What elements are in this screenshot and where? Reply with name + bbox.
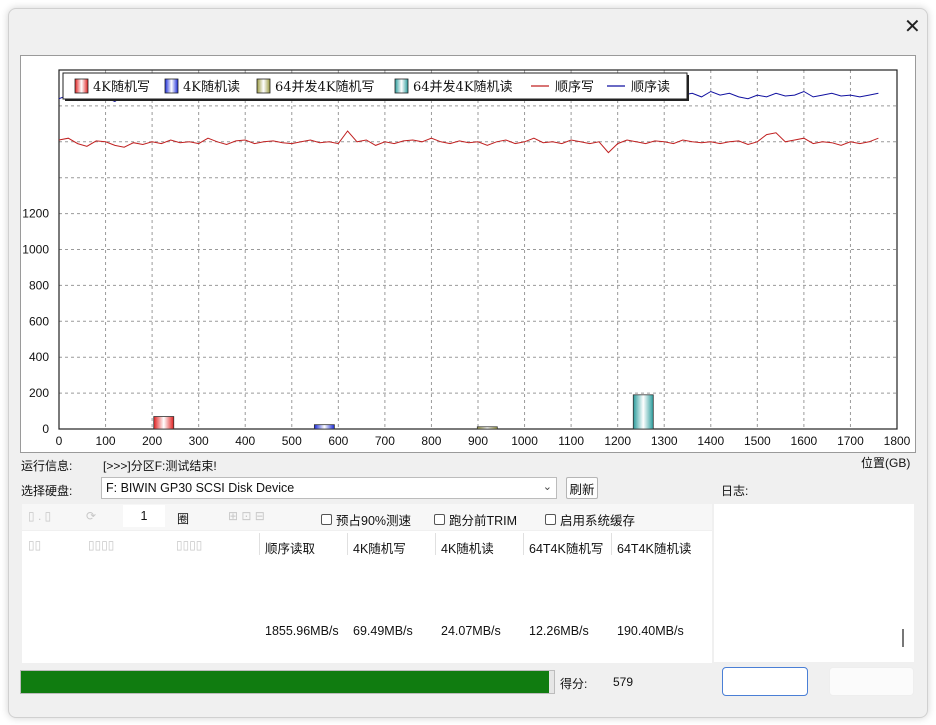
chevron-down-icon[interactable]: ⌄	[543, 480, 552, 493]
checkbox-icon	[321, 514, 332, 525]
x-axis-label: 位置(GB)	[861, 456, 911, 470]
legend-label-0: 4K随机写	[93, 80, 150, 95]
log-textbox[interactable]	[714, 504, 914, 662]
y-tick-label: 0	[42, 422, 49, 436]
x-tick-label: 1700	[837, 434, 864, 448]
faded-option-icon: ⟳	[86, 509, 97, 523]
faded-column: ▯▯	[28, 538, 42, 552]
legend-label-2: 64并发4K随机写	[275, 79, 375, 95]
legend-label-5: 顺序读	[631, 80, 670, 95]
disk-select-value: F: BIWIN GP30 SCSI Disk Device	[106, 481, 295, 495]
legend-swatch-3	[394, 78, 409, 94]
result-column-seq-read: 顺序读取 1855.96MB/s	[259, 531, 347, 663]
progress-fill	[21, 671, 549, 693]
loop-count-input[interactable]: 1	[123, 505, 165, 527]
result-value: 24.07MB/s	[441, 624, 501, 638]
y-tick-label: 1200	[22, 207, 49, 221]
y-tick-label: 600	[29, 314, 49, 328]
y-tick-label: 400	[29, 350, 49, 364]
legend-swatch-2	[256, 78, 271, 94]
y-tick-label: 1000	[22, 243, 49, 257]
x-tick-label: 1200	[604, 434, 631, 448]
x-tick-label: 1600	[791, 434, 818, 448]
legend-swatch-1	[164, 78, 179, 94]
refresh-button[interactable]: 刷新	[566, 477, 598, 499]
faded-option-right: ⊞ ⊡ ⊟	[228, 509, 265, 523]
y-tick-label: 800	[29, 278, 49, 292]
close-button[interactable]: ✕	[898, 12, 926, 38]
result-header: 64T4K随机写	[529, 542, 604, 556]
x-tick-label: 1300	[651, 434, 678, 448]
disk-select[interactable]: F: BIWIN GP30 SCSI Disk Device ⌄	[101, 477, 557, 499]
result-value: 190.40MB/s	[617, 624, 684, 638]
faded-column: ▯▯▯▯	[176, 538, 203, 552]
disk-select-label: 选择硬盘:	[21, 484, 73, 498]
result-column-64t-write: 64T4K随机写 12.26MB/s	[523, 531, 611, 663]
faded-column: ▯▯▯▯	[88, 538, 115, 552]
log-label: 日志:	[721, 484, 749, 498]
x-tick-label: 1100	[558, 434, 584, 448]
x-tick-label: 400	[235, 434, 255, 448]
preallocate-checkbox-label: 预占90%测速	[336, 514, 412, 528]
plot-area	[58, 69, 898, 430]
log-scrollbar[interactable]	[902, 629, 904, 647]
x-tick-label: 800	[421, 434, 441, 448]
status-label: 运行信息:	[21, 459, 73, 473]
loop-unit-label: 圈	[177, 512, 190, 526]
legend-label-1: 4K随机读	[183, 80, 240, 95]
result-column-4k-read: 4K随机读 24.07MB/s	[435, 531, 523, 663]
result-column-4k-write: 4K随机写 69.49MB/s	[347, 531, 435, 663]
trim-checkbox-label: 跑分前TRIM	[449, 514, 518, 528]
chart-panel: 0 100 200 300 400 500 600 700 800 900 1000 1100 1200…	[20, 55, 916, 453]
bar-1	[313, 424, 335, 430]
result-column-64t-read: 64T4K随机读 190.40MB/s	[611, 531, 711, 663]
preallocate-checkbox[interactable]: 预占90%测速	[321, 510, 411, 529]
score-label: 得分:	[560, 677, 588, 691]
x-tick-label: 600	[328, 434, 348, 448]
legend-swatch-0	[74, 78, 89, 94]
x-tick-label: 1800	[884, 434, 911, 448]
x-tick-label: 300	[189, 434, 209, 448]
secondary-button[interactable]	[829, 667, 914, 696]
bar-0	[153, 416, 175, 430]
result-value: 69.49MB/s	[353, 624, 413, 638]
results-table: ▯▯ ▯▯▯▯ ▯▯▯▯ 顺序读取 1855.96MB/s 4K随机写 69.4…	[22, 531, 712, 663]
bar-3	[632, 394, 654, 430]
result-header: 4K随机读	[441, 542, 494, 556]
x-tick-label: 1000	[511, 434, 538, 448]
legend-label-4: 顺序写	[555, 80, 594, 95]
start-button[interactable]	[722, 667, 808, 696]
result-header: 64T4K随机读	[617, 542, 692, 556]
trim-checkbox[interactable]: 跑分前TRIM	[434, 510, 517, 529]
faded-option-left: ▯ . ▯	[28, 509, 52, 523]
x-tick-label: 0	[56, 434, 63, 448]
progress-bar	[20, 670, 555, 694]
system-cache-checkbox[interactable]: 启用系统缓存	[545, 510, 635, 529]
x-tick-label: 500	[282, 434, 302, 448]
legend-label-3: 64并发4K随机读	[413, 79, 513, 95]
result-header: 顺序读取	[265, 542, 316, 556]
system-cache-checkbox-label: 启用系统缓存	[560, 514, 636, 528]
y-tick-label: 200	[29, 386, 49, 400]
performance-chart: 0 100 200 300 400 500 600 700 800 900 1000 1100 1200…	[22, 69, 911, 448]
x-tick-label: 1400	[697, 434, 724, 448]
x-tick-label: 1500	[744, 434, 771, 448]
result-value: 12.26MB/s	[529, 624, 589, 638]
score-value: 579	[613, 675, 634, 689]
x-tick-label: 900	[468, 434, 488, 448]
result-header: 4K随机写	[353, 542, 406, 556]
result-value: 1855.96MB/s	[265, 624, 339, 638]
x-tick-label: 100	[96, 434, 116, 448]
status-text: [>>>]分区F:测试结束!	[103, 459, 217, 473]
bar-2	[476, 426, 498, 430]
x-tick-label: 700	[375, 434, 395, 448]
checkbox-icon	[434, 514, 445, 525]
x-tick-label: 200	[142, 434, 162, 448]
checkbox-icon	[545, 514, 556, 525]
